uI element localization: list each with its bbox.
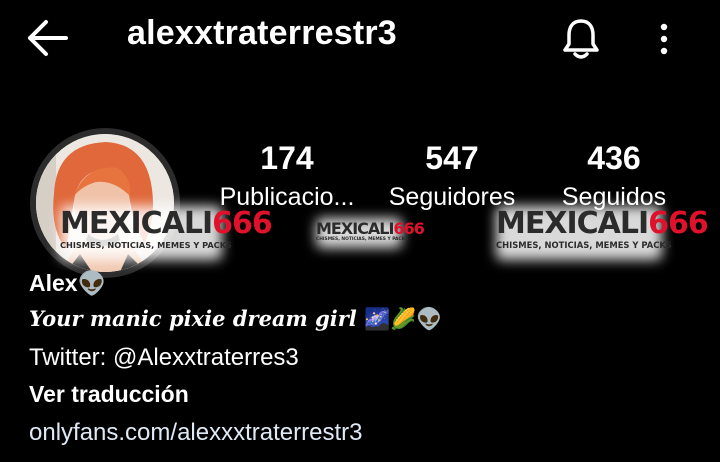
bio-tagline-text: Your manic pixie dream girl (29, 306, 357, 331)
more-options-button[interactable] (650, 18, 678, 60)
stat-followers-count: 547 (425, 140, 479, 176)
bell-icon (563, 19, 599, 59)
stat-following[interactable]: 436 Seguidos (553, 140, 675, 212)
stat-followers[interactable]: 547 Seguidores (383, 140, 521, 212)
watermark-right: MEXICALI666 CHISMES, NOTICIAS, MEMES Y P… (496, 206, 709, 260)
watermark-center: MEXICALI666 CHISMES, NOTICIAS, MEMES Y P… (316, 218, 425, 248)
notifications-button[interactable] (558, 16, 604, 62)
alien-icon: 👽 (77, 271, 107, 297)
profile-name-text: Alex (29, 270, 78, 296)
profile-name: Alex👽 (29, 270, 106, 297)
see-translation-link[interactable]: Ver traducción (29, 381, 189, 408)
bio-tagline: Your manic pixie dream girl 🌌🌽👽 (29, 306, 443, 332)
stat-posts-count: 174 (260, 140, 314, 176)
profile-username: alexxtraterrestr3 (127, 14, 397, 52)
bio-website-link[interactable]: onlyfans.com/alexxxtraterrestr3 (29, 419, 362, 447)
bio-twitter: Twitter: @Alexxtraterres3 (29, 344, 299, 371)
stat-following-count: 436 (587, 140, 641, 176)
stat-posts[interactable]: 174 Publicacio... (214, 140, 360, 212)
bio-tagline-emoji-icons: 🌌🌽👽 (364, 307, 443, 331)
more-vertical-icon (660, 23, 668, 55)
watermark-left: MEXICALI666 CHISMES, NOTICIAS, MEMES Y P… (60, 206, 273, 260)
back-button[interactable] (26, 18, 72, 58)
arrow-left-icon (28, 20, 68, 56)
top-bar: alexxtraterrestr3 (0, 0, 720, 78)
